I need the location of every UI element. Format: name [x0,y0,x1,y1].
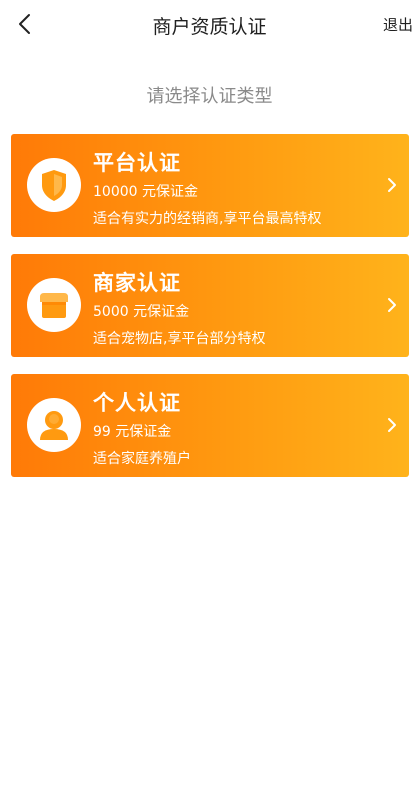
card-deposit: 99 元保证金 [93,424,172,440]
card-deposit: 5000 元保证金 [93,304,190,320]
card-title: 平台认证 [93,151,181,175]
merchant-certification-card[interactable]: 商家认证 5000 元保证金 适合宠物店,享平台部分特权 [11,254,409,357]
card-title: 商家认证 [93,271,181,295]
page-title: 商户资质认证 [152,16,267,38]
card-title: 个人认证 [93,391,181,415]
select-type-prompt: 请选择认证类型 [146,86,273,107]
card-description: 适合宠物店,享平台部分特权 [93,331,266,347]
card-deposit: 10000 元保证金 [93,184,198,200]
platform-certification-card[interactable]: 平台认证 10000 元保证金 适合有实力的经销商,享平台最高特权 [11,134,409,237]
shield-icon [42,170,66,201]
person-icon [40,411,68,440]
card-icon-circle [27,398,81,452]
chevron-right-icon [387,297,397,313]
card-description: 适合有实力的经销商,享平台最高特权 [93,211,322,227]
exit-button[interactable]: 退出 [383,14,413,35]
personal-certification-card[interactable]: 个人认证 99 元保证金 适合家庭养殖户 [11,374,409,477]
store-icon [40,293,68,318]
back-button[interactable] [8,6,44,42]
chevron-left-icon [19,14,30,34]
top-navigation-bar: 商户资质认证 退出 [0,0,419,48]
card-icon-circle [27,278,81,332]
card-icon-circle [27,158,81,212]
card-description: 适合家庭养殖户 [93,451,191,467]
chevron-right-icon [387,177,397,193]
chevron-right-icon [387,417,397,433]
